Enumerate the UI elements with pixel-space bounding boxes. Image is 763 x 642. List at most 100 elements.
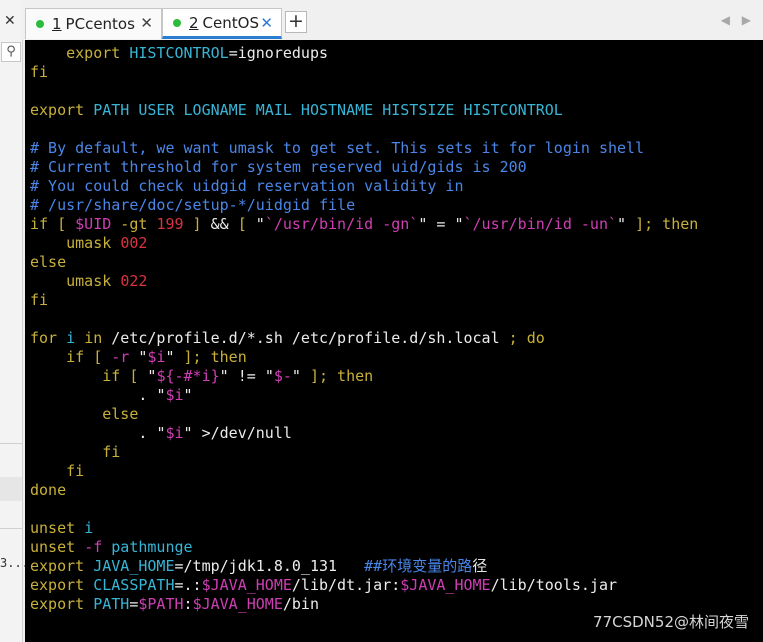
terminal-line: fi <box>30 462 698 481</box>
terminal-token: $JAVA_HOME <box>192 595 283 613</box>
terminal-token: $- <box>273 367 292 385</box>
terminal-line: fi <box>30 291 698 310</box>
terminal-token: $JAVA_HOME <box>201 576 292 594</box>
terminal-token: fi <box>30 443 121 461</box>
terminal-token: /etc/profile.d/*.sh /etc/profile.d/sh.lo… <box>111 329 500 347</box>
terminal-token: in <box>84 329 112 347</box>
terminal-line: unset -f pathmunge <box>30 538 698 557</box>
terminal-token: pathmunge <box>111 538 193 556</box>
terminal-token: >/dev/null <box>192 424 292 442</box>
terminal-line: if [ $UID -gt 199 ] && [ "`/usr/bin/id -… <box>30 215 698 234</box>
terminal-token: . <box>30 424 157 442</box>
terminal-token: -f <box>84 538 112 556</box>
terminal-token: . <box>30 386 157 404</box>
terminal-line: unset i <box>30 519 698 538</box>
terminal-token: " <box>165 348 175 366</box>
terminal-token: PATH USER LOGNAME MAIL HOSTNAME HISTSIZE… <box>93 101 563 119</box>
tab-scroll-arrows-icon[interactable]: ◀ ▶ <box>721 13 755 27</box>
sidebar-divider <box>0 528 22 529</box>
terminal-line: . "$i" >/dev/null <box>30 424 698 443</box>
terminal-token: JAVA_HOME <box>93 557 175 575</box>
terminal-token: $i <box>147 348 166 366</box>
terminal-token: = <box>427 215 455 233</box>
terminal-token: " <box>183 424 193 442</box>
tab-label: CentOS <box>202 13 259 32</box>
terminal-line: if [ "${-#*i}" != "$-" ]; then <box>30 367 698 386</box>
terminal-view[interactable]: export HISTCONTROL=ignoredups fi export P… <box>25 40 763 642</box>
terminal-token: # Current threshold for system reserved … <box>30 158 527 176</box>
terminal-token: 002 <box>120 234 148 252</box>
tab-centos[interactable]: 2 CentOS ✕ <box>162 8 282 39</box>
connected-status-icon <box>173 18 181 27</box>
terminal-line: # By default, we want umask to get set. … <box>30 139 698 158</box>
terminal-token: != <box>228 367 265 385</box>
terminal-token: =ignoredups <box>228 44 329 62</box>
tab-pccentos[interactable]: 1 PCcentos ✕ <box>25 8 162 39</box>
terminal-token: " <box>291 367 301 385</box>
terminal-line: # You could check uidgid reservation val… <box>30 177 698 196</box>
terminal-token: umask <box>30 234 121 252</box>
terminal-token: else <box>30 253 67 271</box>
terminal-token: CLASSPATH <box>93 576 175 594</box>
search-icon[interactable]: ⚲ <box>1 42 21 62</box>
terminal-token: unset <box>30 538 85 556</box>
tab-number: 2 <box>189 13 199 32</box>
terminal-token: ]; then <box>300 367 374 385</box>
terminal-token: ${-#*i} <box>156 367 220 385</box>
terminal-token: =.: <box>174 576 202 594</box>
terminal-token: [ <box>228 215 256 233</box>
tab-label: PCcentos <box>65 15 135 33</box>
terminal-line: export HISTCONTROL=ignoredups <box>30 44 698 63</box>
watermark: 77CSDN52@林间夜雪 <box>593 613 749 631</box>
terminal-line: fi <box>30 63 698 82</box>
terminal-token: /lib/dt.jar: <box>291 576 401 594</box>
terminal-token: : <box>183 595 193 613</box>
terminal-token: -gt <box>111 215 157 233</box>
terminal-line: if [ -r "$i" ]; then <box>30 348 698 367</box>
terminal-token: " <box>219 367 229 385</box>
terminal-token: export <box>30 595 94 613</box>
terminal-token: $i <box>165 386 184 404</box>
terminal-token: " <box>264 367 274 385</box>
terminal-token: # By default, we want umask to get set. … <box>30 139 645 157</box>
terminal-token: =/tmp/jdk1.8.0_131 <box>174 557 365 575</box>
terminal-line: else <box>30 253 698 272</box>
sidebar-close-icon[interactable]: ✕ <box>4 13 16 29</box>
terminal-token: " <box>617 215 627 233</box>
terminal-token: `/usr/bin/id -un` <box>463 215 618 233</box>
terminal-line: export PATH USER LOGNAME MAIL HOSTNAME H… <box>30 101 698 120</box>
sidebar-selected-item[interactable] <box>0 477 22 501</box>
terminal-token: for <box>30 329 67 347</box>
terminal-token: && <box>210 215 229 233</box>
terminal-line: export JAVA_HOME=/tmp/jdk1.8.0_131 ##环境变… <box>30 557 698 576</box>
terminal-line: else <box>30 405 698 424</box>
terminal-token: i <box>66 329 85 347</box>
terminal-line: for i in /etc/profile.d/*.sh /etc/profil… <box>30 329 698 348</box>
terminal-token: if [ <box>30 348 112 366</box>
terminal-token: unset <box>30 519 85 537</box>
terminal-token: $PATH <box>138 595 184 613</box>
add-tab-button[interactable]: + <box>285 11 307 33</box>
text-cursor: 径 <box>472 557 488 575</box>
close-icon[interactable]: ✕ <box>140 14 153 32</box>
terminal-line: umask 002 <box>30 234 698 253</box>
terminal-token: # /usr/share/doc/setup-*/uidgid file <box>30 196 356 214</box>
terminal-token: /bin <box>282 595 319 613</box>
terminal-token: HISTCONTROL <box>129 44 229 62</box>
close-icon[interactable]: ✕ <box>260 14 273 32</box>
terminal-token: if [ <box>30 215 76 233</box>
terminal-token: ; do <box>499 329 545 347</box>
terminal-line: done <box>30 481 698 500</box>
terminal-token: " <box>255 215 265 233</box>
tab-number: 1 <box>52 15 62 33</box>
terminal-token: ]; then <box>626 215 699 233</box>
terminal-token: done <box>30 481 67 499</box>
terminal-token: `/usr/bin/id -gn` <box>264 215 419 233</box>
terminal-line: . "$i" <box>30 386 698 405</box>
terminal-token: " <box>183 386 193 404</box>
terminal-token: 022 <box>120 272 148 290</box>
terminal-token: ]; then <box>174 348 247 366</box>
terminal-token: $JAVA_HOME <box>400 576 491 594</box>
